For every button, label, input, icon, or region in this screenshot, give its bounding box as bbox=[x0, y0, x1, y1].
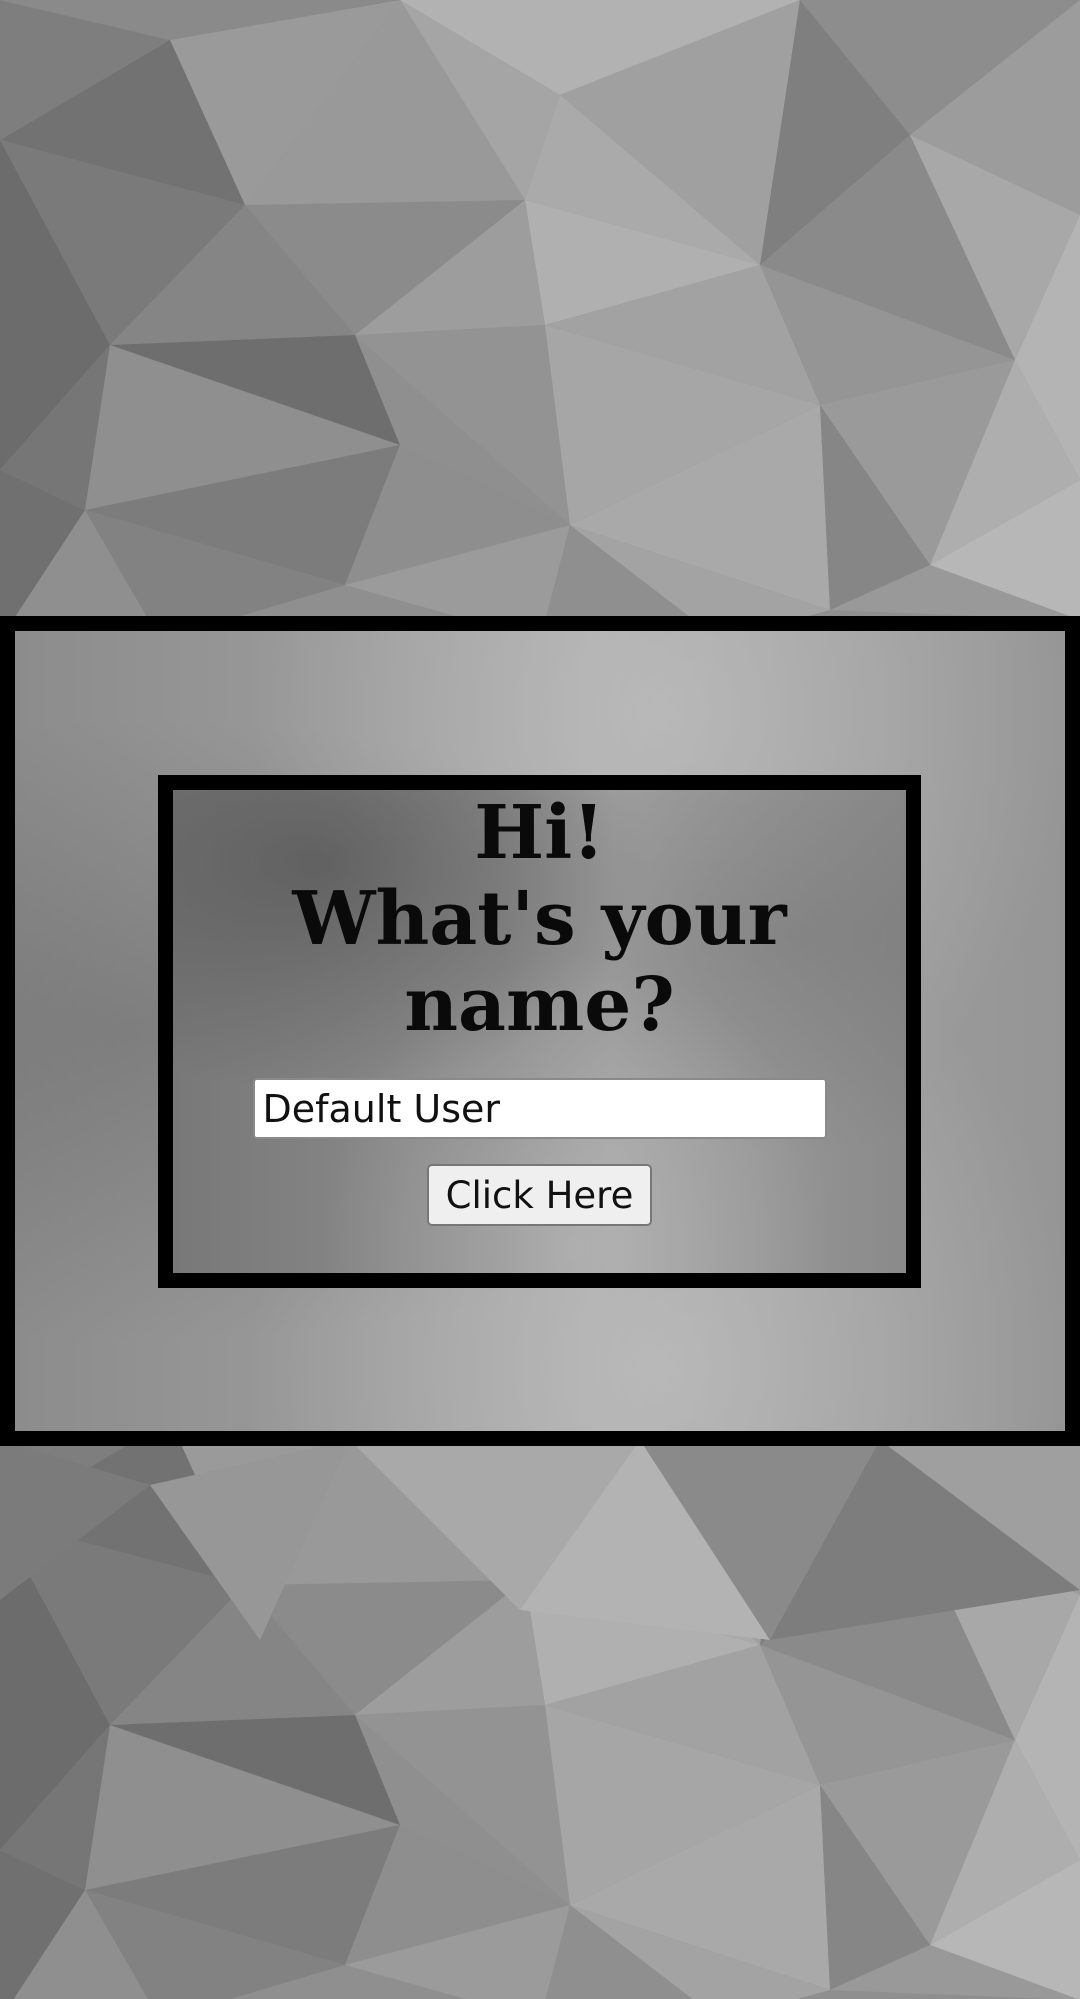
greeting-line-3: name? bbox=[404, 962, 675, 1048]
click-here-button[interactable]: Click Here bbox=[427, 1164, 652, 1226]
name-prompt-card: Hi! What's your name? Click Here bbox=[158, 775, 921, 1288]
greeting-line-1: Hi! bbox=[474, 790, 605, 876]
greeting-line-2: What's your bbox=[292, 876, 787, 962]
name-input[interactable] bbox=[252, 1078, 827, 1139]
greeting-heading: Hi! What's your name? bbox=[173, 790, 906, 1048]
